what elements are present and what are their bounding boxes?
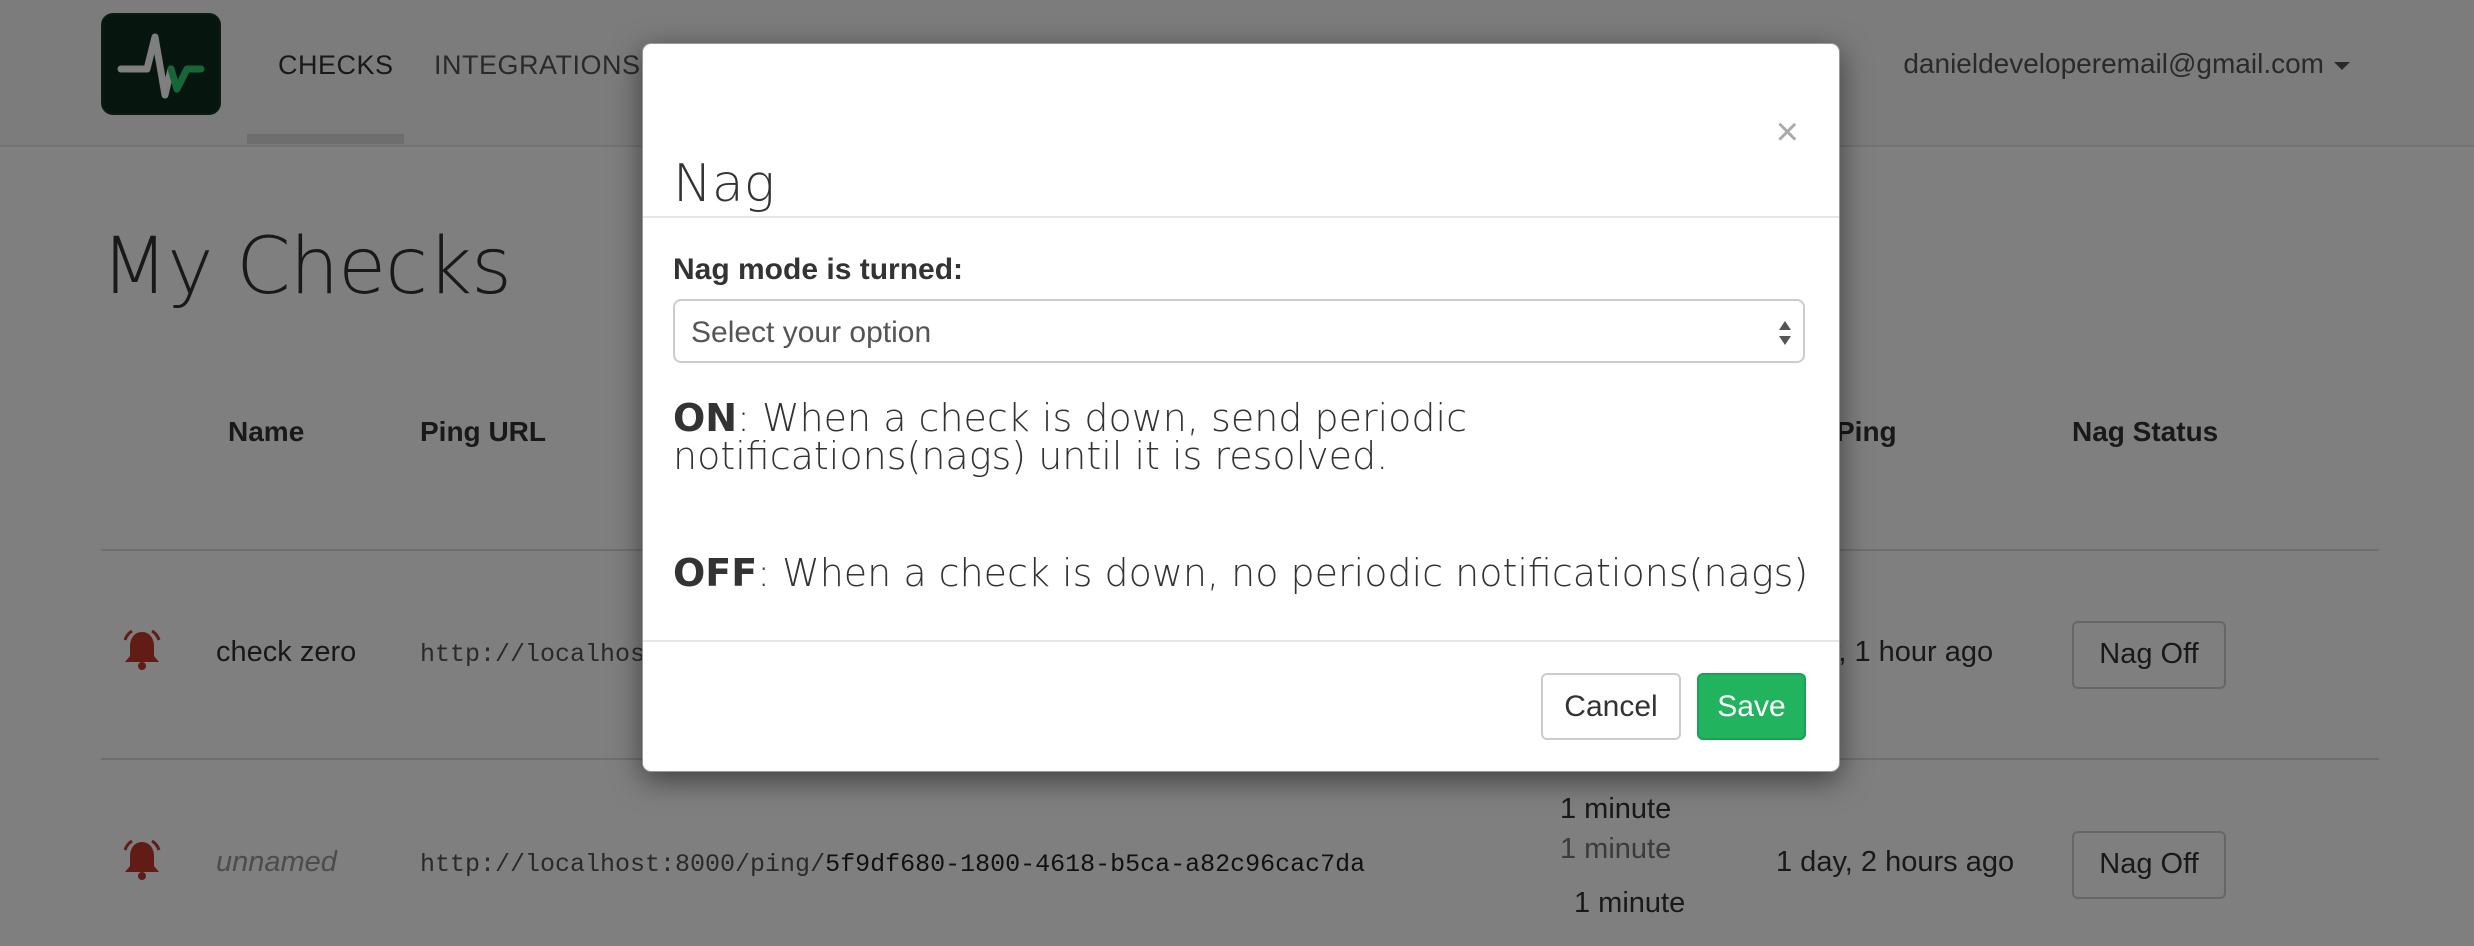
select-arrows-icon <box>1779 321 1791 345</box>
nag-mode-select[interactable]: Select your option <box>673 299 1805 363</box>
close-icon[interactable]: × <box>1776 112 1799 152</box>
modal-header-divider <box>643 216 1839 218</box>
off-text: : When a check is down, no periodic noti… <box>757 551 1809 595</box>
modal-title: Nag <box>673 154 775 214</box>
off-description: OFF: When a check is down, no periodic n… <box>673 554 1813 592</box>
nag-modal: × Nag Nag mode is turned: Select your op… <box>642 43 1840 772</box>
on-description: ON: When a check is down, send periodic … <box>673 399 1813 475</box>
save-button[interactable]: Save <box>1697 673 1806 740</box>
on-text: : When a check is down, send periodic no… <box>673 396 1467 478</box>
select-value: Select your option <box>691 316 932 349</box>
off-keyword: OFF <box>673 551 758 595</box>
nag-mode-label: Nag mode is turned: <box>673 253 964 286</box>
modal-footer-divider <box>643 640 1839 642</box>
cancel-button[interactable]: Cancel <box>1541 673 1681 740</box>
